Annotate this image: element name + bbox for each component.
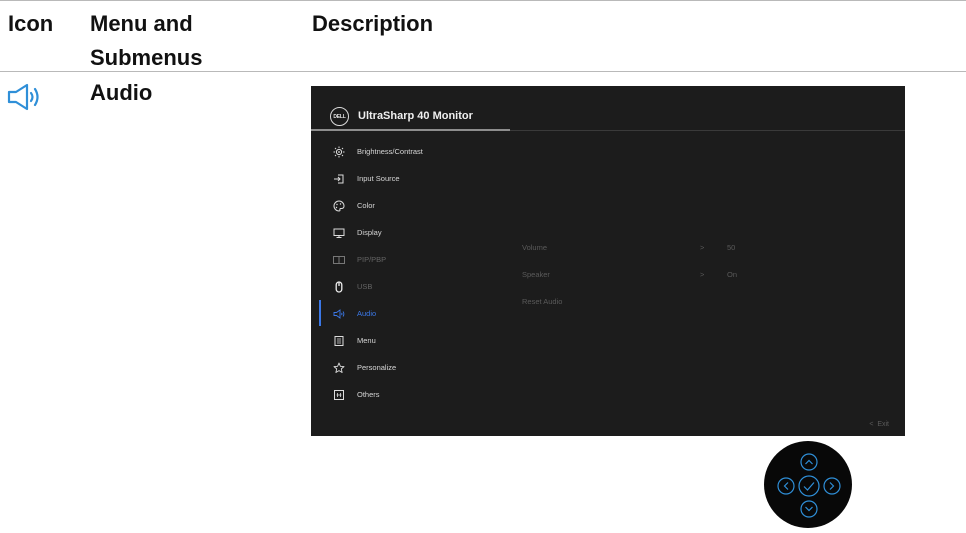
- selection-indicator: [319, 300, 321, 326]
- dell-logo: DELL: [330, 107, 349, 126]
- menu-item-label: Brightness/Contrast: [357, 147, 423, 156]
- submenu-speaker-label[interactable]: Speaker: [522, 270, 550, 279]
- menu-item-label: Input Source: [357, 174, 400, 183]
- header-icon: Icon: [8, 11, 54, 36]
- exit-label: Exit: [877, 421, 889, 428]
- osd-title-underline: [311, 129, 510, 131]
- exit-chevron-icon: <: [869, 421, 874, 428]
- display-icon: [333, 228, 345, 238]
- submenu-reset-audio[interactable]: Reset Audio: [522, 297, 562, 306]
- menu-item-label: Display: [357, 228, 382, 237]
- header-menu-line2: Submenus: [90, 45, 203, 70]
- menu-item-others[interactable]: Others: [311, 386, 511, 406]
- exit-button[interactable]: < Exit: [869, 421, 889, 428]
- osd-title: UltraSharp 40 Monitor: [358, 110, 473, 122]
- speaker-icon: [333, 309, 345, 319]
- submenu-volume-value: 50: [727, 243, 736, 252]
- menu-item-audio[interactable]: Audio: [311, 300, 511, 326]
- header-rule: [0, 71, 966, 72]
- speaker-icon: [7, 83, 39, 111]
- menu-item-label: Menu: [357, 336, 376, 345]
- right-arrow-icon[interactable]: [823, 477, 841, 495]
- menu-item-label: USB: [357, 282, 373, 291]
- submenu-speaker-value: On: [727, 270, 738, 279]
- header-description: Description: [312, 11, 434, 36]
- submenu-speaker-chevron: >: [700, 270, 705, 279]
- top-rule: [0, 0, 966, 1]
- menu-item-label: Others: [357, 390, 380, 399]
- menu-item-brightness-contrast[interactable]: Brightness/Contrast: [311, 143, 511, 163]
- input-source-icon: [334, 174, 344, 184]
- left-arrow-icon[interactable]: [777, 477, 795, 495]
- menu-item-personalize[interactable]: Personalize: [311, 359, 511, 379]
- up-arrow-icon[interactable]: [800, 453, 818, 471]
- osd-panel: DELL UltraSharp 40 Monitor Brightness/Co…: [311, 86, 905, 436]
- menu-name-audio: Audio: [90, 80, 153, 105]
- menu-icon: [334, 336, 344, 346]
- star-icon: [333, 362, 345, 373]
- menu-item-label: Audio: [357, 309, 377, 318]
- menu-item-menu[interactable]: Menu: [311, 332, 511, 352]
- pip-pbp-icon: [333, 256, 345, 264]
- down-arrow-icon[interactable]: [800, 500, 818, 518]
- menu-item-label: Personalize: [357, 363, 397, 372]
- joystick-controller: [764, 441, 852, 528]
- color-palette-icon: [333, 200, 345, 212]
- osd-divider: [510, 130, 905, 131]
- menu-item-usb[interactable]: USB: [311, 278, 511, 298]
- menu-item-label: Color: [357, 201, 375, 210]
- others-icon: [334, 390, 344, 400]
- menu-item-display[interactable]: Display: [311, 224, 511, 244]
- header-menu-line1: Menu and: [90, 11, 193, 36]
- submenu-volume-label[interactable]: Volume: [522, 243, 547, 252]
- menu-item-pip-pbp[interactable]: PIP/PBP: [311, 251, 511, 271]
- menu-item-input-source[interactable]: Input Source: [311, 170, 511, 190]
- menu-item-label: PIP/PBP: [357, 255, 387, 264]
- brightness-icon: [333, 146, 345, 158]
- menu-item-color[interactable]: Color: [311, 197, 511, 217]
- usb-mouse-icon: [335, 281, 343, 293]
- check-icon[interactable]: [798, 475, 820, 497]
- submenu-volume-chevron: >: [700, 243, 705, 252]
